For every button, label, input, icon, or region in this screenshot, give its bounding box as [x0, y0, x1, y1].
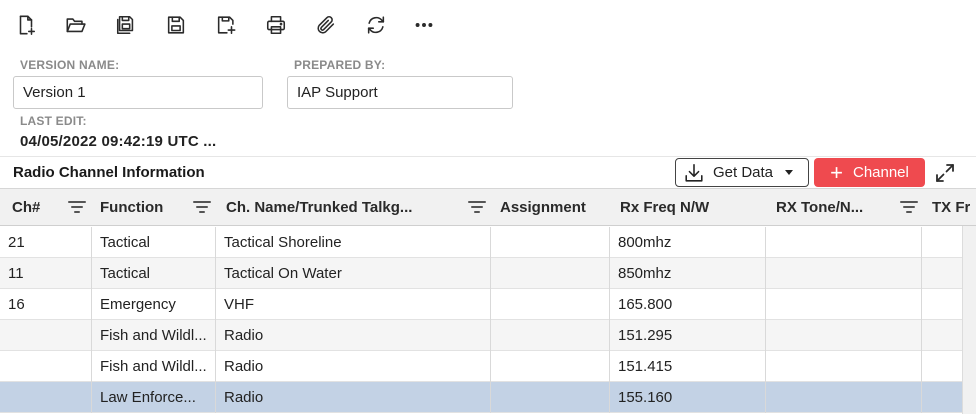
cell-ch: [0, 320, 92, 351]
cell-channel-name: VHF: [216, 289, 491, 320]
get-data-button[interactable]: Get Data: [675, 158, 809, 187]
cell-ch: 16: [0, 289, 92, 320]
cell-ch: 21: [0, 227, 92, 258]
column-header-rx-tone[interactable]: RX Tone/N...: [764, 189, 920, 226]
cell-function: Emergency: [92, 289, 216, 320]
new-document-icon[interactable]: [13, 12, 39, 38]
cell-function: Tactical: [92, 227, 216, 258]
cell-function: Fish and Wildl...: [92, 320, 216, 351]
cell-rx-tone: [766, 351, 922, 382]
prepared-by-label: PREPARED BY:: [294, 58, 386, 72]
refresh-icon[interactable]: [363, 12, 389, 38]
filter-icon[interactable]: [468, 199, 486, 215]
table-header: Ch# Function Ch. Name/Trunked Talkg... A…: [0, 189, 976, 226]
save-icon[interactable]: [163, 12, 189, 38]
attach-icon[interactable]: [313, 12, 339, 38]
version-name-field[interactable]: Version 1: [13, 76, 263, 109]
column-header-assignment[interactable]: Assignment: [488, 189, 608, 226]
cell-assignment: [491, 351, 610, 382]
cell-rx-tone: [766, 320, 922, 351]
cell-rx-freq: 151.295: [610, 320, 766, 351]
save-copies-icon[interactable]: [113, 12, 139, 38]
cell-assignment: [491, 382, 610, 413]
section-title: Radio Channel Information: [13, 164, 205, 181]
cell-function: Fish and Wildl...: [92, 351, 216, 382]
open-folder-icon[interactable]: [63, 12, 89, 38]
cell-rx-freq: 165.800: [610, 289, 766, 320]
cell-channel-name: Tactical Shoreline: [216, 227, 491, 258]
cell-rx-freq: 151.415: [610, 351, 766, 382]
last-edit-label: LAST EDIT:: [20, 114, 87, 128]
column-header-rx-freq[interactable]: Rx Freq N/W: [608, 189, 764, 226]
add-channel-label: Channel: [852, 164, 909, 181]
cell-rx-freq: 155.160: [610, 382, 766, 413]
toolbar: [0, 0, 976, 50]
cell-channel-name: Tactical On Water: [216, 258, 491, 289]
cell-rx-freq: 800mhz: [610, 227, 766, 258]
expand-icon[interactable]: [932, 160, 958, 186]
cell-rx-tone: [766, 258, 922, 289]
column-header-tx-freq[interactable]: TX Fr: [920, 189, 976, 226]
cell-channel-name: Radio: [216, 320, 491, 351]
filter-icon[interactable]: [900, 199, 918, 215]
column-header-function[interactable]: Function: [88, 189, 216, 226]
cell-rx-freq: 850mhz: [610, 258, 766, 289]
cell-channel-name: Radio: [216, 351, 491, 382]
cell-ch: [0, 351, 92, 382]
cell-assignment: [491, 258, 610, 289]
more-icon[interactable]: [411, 12, 437, 38]
chevron-down-icon: [785, 170, 794, 175]
radio-channel-table: Ch# Function Ch. Name/Trunked Talkg... A…: [0, 188, 976, 414]
plus-icon: +: [830, 159, 843, 185]
table-row[interactable]: 21 Tactical Tactical Shoreline 800mhz: [0, 227, 976, 258]
cell-function: Tactical: [92, 258, 216, 289]
print-icon[interactable]: [263, 12, 289, 38]
table-row[interactable]: Fish and Wildl... Radio 151.295: [0, 320, 976, 351]
vertical-scrollbar[interactable]: [962, 226, 976, 414]
column-header-channel-name[interactable]: Ch. Name/Trunked Talkg...: [214, 189, 490, 226]
cell-assignment: [491, 289, 610, 320]
cell-function: Law Enforce...: [92, 382, 216, 413]
last-edit-value: 04/05/2022 09:42:19 UTC ...: [20, 133, 217, 150]
version-name-label: VERSION NAME:: [20, 58, 120, 72]
prepared-by-field[interactable]: IAP Support: [287, 76, 513, 109]
section-divider: [0, 156, 976, 157]
table-row[interactable]: 11 Tactical Tactical On Water 850mhz: [0, 258, 976, 289]
filter-icon[interactable]: [68, 199, 86, 215]
add-channel-button[interactable]: + Channel: [814, 158, 925, 187]
cell-ch: [0, 382, 92, 413]
cell-rx-tone: [766, 227, 922, 258]
cell-rx-tone: [766, 289, 922, 320]
column-header-ch[interactable]: Ch#: [0, 189, 92, 226]
get-data-label: Get Data: [713, 164, 774, 181]
cell-ch: 11: [0, 258, 92, 289]
filter-icon[interactable]: [193, 199, 211, 215]
save-as-icon[interactable]: [213, 12, 239, 38]
cell-assignment: [491, 320, 610, 351]
cell-channel-name: Radio: [216, 382, 491, 413]
cell-rx-tone: [766, 382, 922, 413]
table-row[interactable]: 16 Emergency VHF 165.800: [0, 289, 976, 320]
table-row[interactable]: Fish and Wildl... Radio 151.415: [0, 351, 976, 382]
download-icon: [685, 163, 703, 182]
cell-assignment: [491, 227, 610, 258]
table-row-selected[interactable]: Law Enforce... Radio 155.160: [0, 382, 976, 413]
